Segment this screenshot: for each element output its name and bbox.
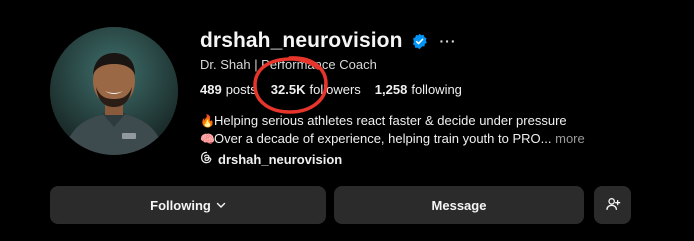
following-button-label: Following bbox=[150, 197, 211, 213]
fire-icon: 🔥 bbox=[200, 114, 215, 128]
profile-avatar[interactable] bbox=[50, 27, 178, 155]
followers-stat[interactable]: 32.5K followers bbox=[271, 82, 361, 97]
brain-icon: 🧠 bbox=[200, 132, 215, 146]
bio-more-link[interactable]: more bbox=[555, 131, 585, 146]
chevron-down-icon bbox=[216, 198, 226, 213]
following-stat[interactable]: 1,258 following bbox=[375, 82, 462, 97]
threads-icon bbox=[200, 151, 213, 167]
profile-full-name: Dr. Shah | Performance Coach bbox=[200, 57, 377, 72]
bio-line-2: 🧠Over a decade of experience, helping tr… bbox=[200, 130, 600, 148]
bio-line-2-text: Over a decade of experience, helping tra… bbox=[214, 131, 552, 146]
following-count: 1,258 bbox=[374, 82, 408, 97]
profile-photo bbox=[50, 27, 178, 155]
profile-bio: 🔥Helping serious athletes react faster &… bbox=[200, 112, 600, 148]
username-row: drshah_neurovision ··· bbox=[200, 28, 457, 54]
bio-line-1: 🔥Helping serious athletes react faster &… bbox=[200, 112, 600, 130]
followers-label: followers bbox=[309, 82, 361, 97]
posts-label: posts bbox=[225, 82, 257, 97]
following-label: following bbox=[411, 82, 462, 97]
message-button[interactable]: Message bbox=[334, 186, 584, 224]
suggested-users-button[interactable] bbox=[594, 186, 631, 224]
threads-link[interactable]: drshah_neurovision bbox=[200, 151, 342, 167]
add-user-icon bbox=[605, 196, 621, 215]
username: drshah_neurovision bbox=[200, 29, 403, 52]
message-button-label: Message bbox=[431, 197, 487, 213]
posts-count: 489 bbox=[200, 82, 222, 97]
following-button[interactable]: Following bbox=[50, 186, 326, 224]
bio-line-1-text: Helping serious athletes react faster & … bbox=[214, 113, 567, 128]
threads-handle: drshah_neurovision bbox=[218, 151, 343, 167]
verified-badge-icon bbox=[411, 33, 428, 50]
followers-count: 32.5K bbox=[270, 82, 306, 97]
posts-stat[interactable]: 489 posts bbox=[200, 82, 257, 97]
more-options-icon[interactable]: ··· bbox=[440, 33, 457, 49]
profile-stats: 489 posts 32.5K followers 1,258 following bbox=[200, 82, 462, 97]
